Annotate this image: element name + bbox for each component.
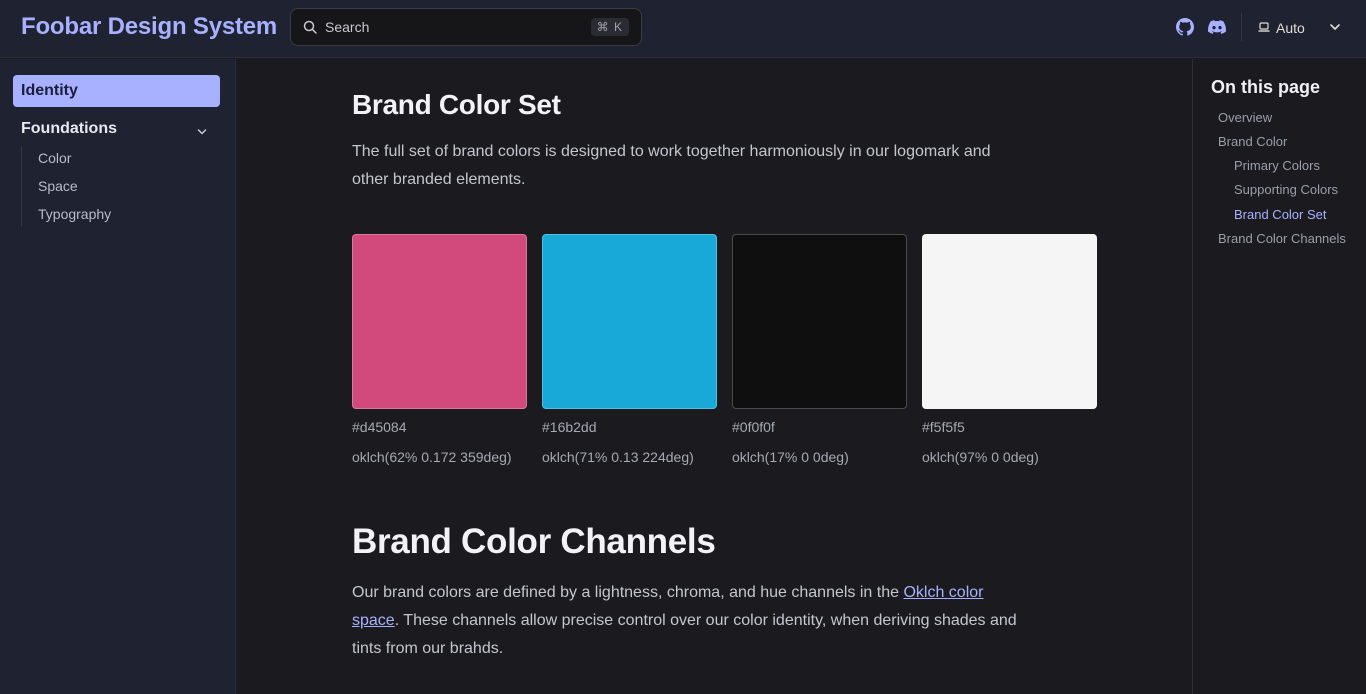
main-content: Brand Color Set The full set of brand co…	[236, 59, 1192, 694]
theme-toggle[interactable]: Auto	[1258, 18, 1305, 38]
chevron-down-icon[interactable]	[1328, 20, 1342, 34]
color-swatch	[922, 234, 1097, 409]
sidebar-indent-line	[21, 147, 22, 227]
page-outline: On this page Overview Brand Color Primar…	[1192, 59, 1366, 694]
top-navbar: Foobar Design System Search ⌘ K Auto	[0, 0, 1366, 58]
outline-link-brand-color-channels[interactable]: Brand Color Channels	[1218, 231, 1346, 246]
color-swatch	[732, 234, 907, 409]
swatch-card-pink: #d45084 oklch(62% 0.172 359deg)	[352, 234, 527, 465]
brand-color-set-description: The full set of brand colors is designed…	[352, 143, 991, 188]
laptop-icon	[1258, 20, 1270, 36]
swatch-oklch: oklch(97% 0 0deg)	[922, 449, 1039, 465]
color-swatch	[352, 234, 527, 409]
sidebar-item-typography[interactable]: Typography	[38, 206, 111, 222]
discord-icon[interactable]	[1208, 18, 1227, 36]
outline-link-brand-color[interactable]: Brand Color	[1218, 134, 1287, 149]
search-button[interactable]: Search ⌘ K	[290, 8, 642, 46]
site-title[interactable]: Foobar Design System	[21, 13, 277, 41]
swatch-hex: #f5f5f5	[922, 419, 965, 435]
swatch-oklch: oklch(17% 0 0deg)	[732, 449, 849, 465]
sidebar: Identity Foundations Color Space Typogra…	[0, 59, 236, 694]
swatch-hex: #d45084	[352, 419, 407, 435]
swatch-card-cyan: #16b2dd oklch(71% 0.13 224deg)	[542, 234, 717, 465]
outline-title: On this page	[1211, 77, 1321, 97]
swatch-hex: #0f0f0f	[732, 419, 775, 435]
swatch-card-white: #f5f5f5 oklch(97% 0 0deg)	[922, 234, 1097, 465]
sidebar-item-space[interactable]: Space	[38, 178, 78, 194]
sidebar-group-label: Foundations	[21, 120, 117, 137]
github-icon[interactable]	[1176, 18, 1195, 36]
search-icon	[303, 20, 317, 34]
chevron-down-icon	[196, 125, 208, 137]
outline-link-primary-colors[interactable]: Primary Colors	[1234, 158, 1320, 173]
paragraph-text: . These channels allow precise control o…	[352, 612, 1017, 657]
header-divider	[1241, 13, 1242, 41]
heading-brand-color-set: Brand Color Set	[352, 89, 561, 120]
swatch-oklch: oklch(71% 0.13 224deg)	[542, 449, 694, 465]
sidebar-item-identity[interactable]: Identity	[13, 75, 220, 107]
sidebar-item-color[interactable]: Color	[38, 150, 71, 166]
outline-link-brand-color-set[interactable]: Brand Color Set	[1234, 207, 1327, 222]
sidebar-group-foundations[interactable]: Foundations	[21, 120, 220, 142]
outline-link-overview[interactable]: Overview	[1218, 110, 1272, 125]
search-label: Search	[325, 19, 370, 35]
swatch-hex: #16b2dd	[542, 419, 597, 435]
theme-label: Auto	[1276, 20, 1305, 36]
outline-link-supporting-colors[interactable]: Supporting Colors	[1234, 182, 1338, 197]
color-swatch	[542, 234, 717, 409]
brand-color-channels-description: Our brand colors are defined by a lightn…	[352, 579, 1022, 663]
paragraph-text: Our brand colors are defined by a lightn…	[352, 584, 904, 601]
swatch-card-black: #0f0f0f oklch(17% 0 0deg)	[732, 234, 907, 465]
swatch-oklch: oklch(62% 0.172 359deg)	[352, 449, 512, 465]
search-shortcut: ⌘ K	[590, 18, 629, 36]
heading-brand-color-channels: Brand Color Channels	[352, 522, 716, 561]
